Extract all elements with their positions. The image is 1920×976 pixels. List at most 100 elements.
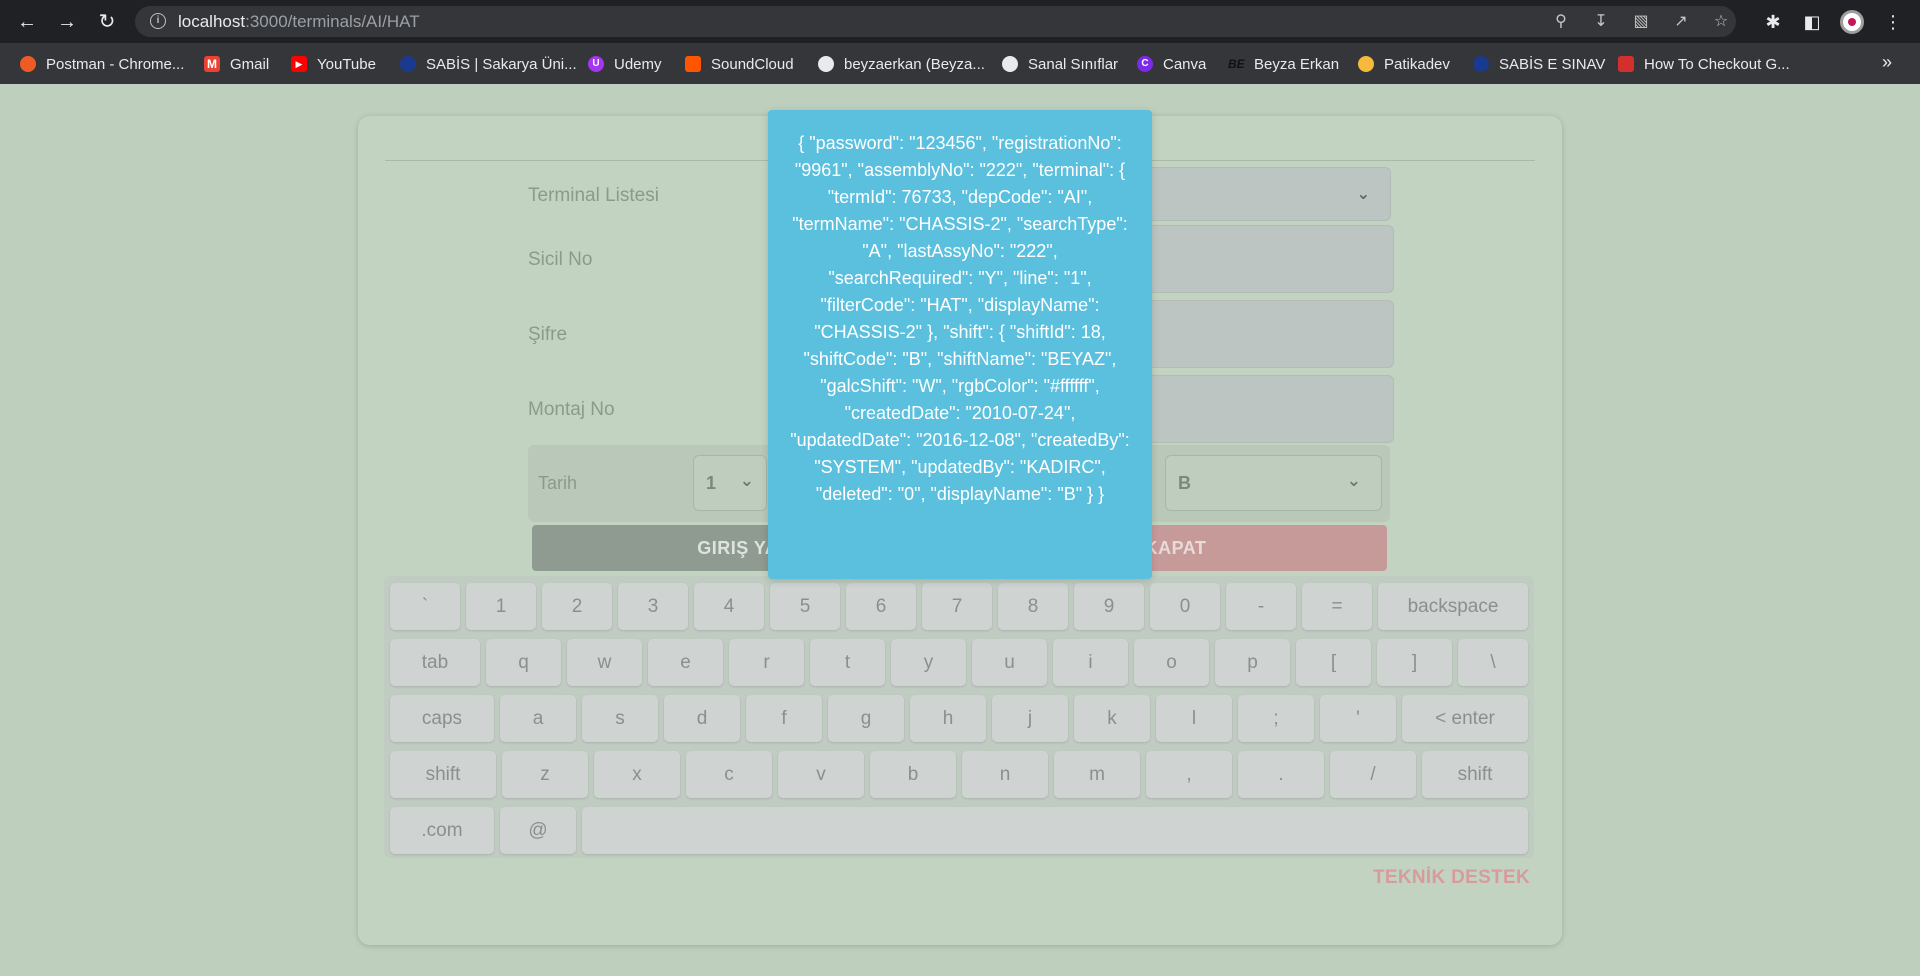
keyboard-key[interactable]: z [502,751,588,798]
keyboard-key[interactable]: r [729,639,804,686]
site-info-icon[interactable]: i [150,13,166,29]
keyboard-key[interactable]: = [1302,583,1372,630]
shift-select[interactable]: B ⌄ [1165,455,1382,511]
extensions-puzzle-icon[interactable]: ✱ [1760,9,1786,35]
keyboard-key[interactable]: 4 [694,583,764,630]
space-key[interactable] [582,807,1528,854]
reload-icon[interactable]: ↻ [93,8,121,36]
keyboard-key[interactable]: i [1053,639,1128,686]
bookmark-item[interactable]: ▶ YouTube [291,52,376,76]
keyboard-key[interactable]: 5 [770,583,840,630]
keyboard-key[interactable]: - [1226,583,1296,630]
keyboard-key[interactable]: q [486,639,561,686]
install-app-icon[interactable]: ↧ [1590,12,1612,32]
keyboard-key[interactable]: e [648,639,723,686]
terminal-list-label: Terminal Listesi [528,185,659,206]
montaj-no-field[interactable] [1138,375,1394,443]
keyboard-key[interactable]: , [1146,751,1232,798]
line-select-value: 1 [706,473,717,493]
keyboard-key[interactable]: l [1156,695,1232,742]
keyboard-key[interactable]: x [594,751,680,798]
bookmark-item[interactable]: SABİS | Sakarya Üni... [400,52,577,76]
forward-arrow-icon[interactable]: → [53,8,81,36]
url-text[interactable]: localhost:3000/terminals/AI/HAT [178,12,420,32]
address-bar[interactable]: i localhost:3000/terminals/AI/HAT ⚲ ↧ ▧ … [135,6,1736,37]
bookmark-star-icon[interactable]: ☆ [1710,12,1732,32]
bookmark-item[interactable]: SoundCloud [685,52,794,76]
keyboard-key[interactable]: o [1134,639,1209,686]
bookmark-item[interactable]: SABİS E SINAV [1473,52,1605,76]
terminal-list-select[interactable]: ⌄ [1138,167,1391,221]
keyboard-key[interactable]: b [870,751,956,798]
technical-support-link[interactable]: TEKNİK DESTEK [1373,867,1530,889]
keyboard-key[interactable]: s [582,695,658,742]
keyboard-key[interactable]: . [1238,751,1324,798]
montaj-no-label: Montaj No [528,399,615,420]
menu-kebab-icon[interactable]: ⋮ [1880,9,1906,35]
keyboard-key[interactable]: ] [1377,639,1452,686]
keyboard-key[interactable]: n [962,751,1048,798]
keyboard-key[interactable]: 8 [998,583,1068,630]
side-panel-icon[interactable]: ◧ [1799,9,1825,35]
caps-lock-key[interactable]: caps [390,695,494,742]
shift-key[interactable]: shift [1422,751,1528,798]
password-field[interactable] [1138,300,1394,368]
keyboard-key[interactable]: v [778,751,864,798]
keyboard-key[interactable]: 7 [922,583,992,630]
bookmark-item[interactable]: Postman - Chrome... [20,52,184,76]
youtube-icon: ▶ [291,56,307,72]
bookmark-item[interactable]: Sanal Sınıflar [1002,52,1118,76]
keyboard-key[interactable]: y [891,639,966,686]
bookmark-item[interactable]: U Udemy [588,52,662,76]
line-select[interactable]: 1 ⌄ [693,455,767,511]
profile-avatar[interactable] [1840,10,1864,34]
keyboard-key[interactable]: u [972,639,1047,686]
bookmark-item[interactable]: Patikadev [1358,52,1450,76]
keyboard-key[interactable]: d [664,695,740,742]
shift-key[interactable]: shift [390,751,496,798]
dotcom-key[interactable]: .com [390,807,494,854]
keyboard-key[interactable]: m [1054,751,1140,798]
keyboard-key[interactable]: p [1215,639,1290,686]
keyboard-key[interactable]: j [992,695,1068,742]
sicil-no-field[interactable] [1138,225,1394,293]
keyboard-key[interactable]: g [828,695,904,742]
keyboard-key[interactable]: 3 [618,583,688,630]
keyboard-key[interactable]: [ [1296,639,1371,686]
keyboard-key[interactable]: h [910,695,986,742]
keyboard-key[interactable]: w [567,639,642,686]
at-key[interactable]: @ [500,807,576,854]
share-icon[interactable]: ↗ [1670,12,1692,32]
keyboard-key[interactable]: ` [390,583,460,630]
bookmark-item[interactable]: C Canva [1137,52,1206,76]
back-arrow-icon[interactable]: ← [13,8,41,36]
keyboard-key[interactable]: k [1074,695,1150,742]
keyboard-key[interactable]: c [686,751,772,798]
keyboard-key[interactable]: / [1330,751,1416,798]
keyboard-key[interactable]: 0 [1150,583,1220,630]
bookmark-label: Beyza Erkan [1254,55,1340,73]
keyboard-key[interactable]: f [746,695,822,742]
sicil-no-label: Sicil No [528,249,593,270]
bookmarks-overflow-icon[interactable]: » [1882,52,1892,73]
keyboard-key[interactable]: ; [1238,695,1314,742]
tab-key[interactable]: tab [390,639,480,686]
bookmark-item[interactable]: BE Beyza Erkan [1228,52,1339,76]
keyboard-key[interactable]: 9 [1074,583,1144,630]
password-key-icon[interactable]: ⚲ [1550,12,1572,32]
keyboard-key[interactable]: 6 [846,583,916,630]
chevron-down-icon: ⌄ [1346,471,1361,490]
keyboard-key[interactable]: ' [1320,695,1396,742]
translate-icon[interactable]: ▧ [1630,12,1652,32]
bookmark-item[interactable]: How To Checkout G... [1618,52,1790,76]
bookmark-item[interactable]: beyzaerkan (Beyza... [818,52,985,76]
keyboard-key[interactable]: 1 [466,583,536,630]
chevron-down-icon: ⌄ [1356,186,1370,203]
keyboard-key[interactable]: t [810,639,885,686]
keyboard-key[interactable]: a [500,695,576,742]
enter-key[interactable]: < enter [1402,695,1528,742]
keyboard-key[interactable]: \ [1458,639,1528,686]
backspace-key[interactable]: backspace [1378,583,1528,630]
keyboard-key[interactable]: 2 [542,583,612,630]
bookmark-item[interactable]: M Gmail [204,52,269,76]
